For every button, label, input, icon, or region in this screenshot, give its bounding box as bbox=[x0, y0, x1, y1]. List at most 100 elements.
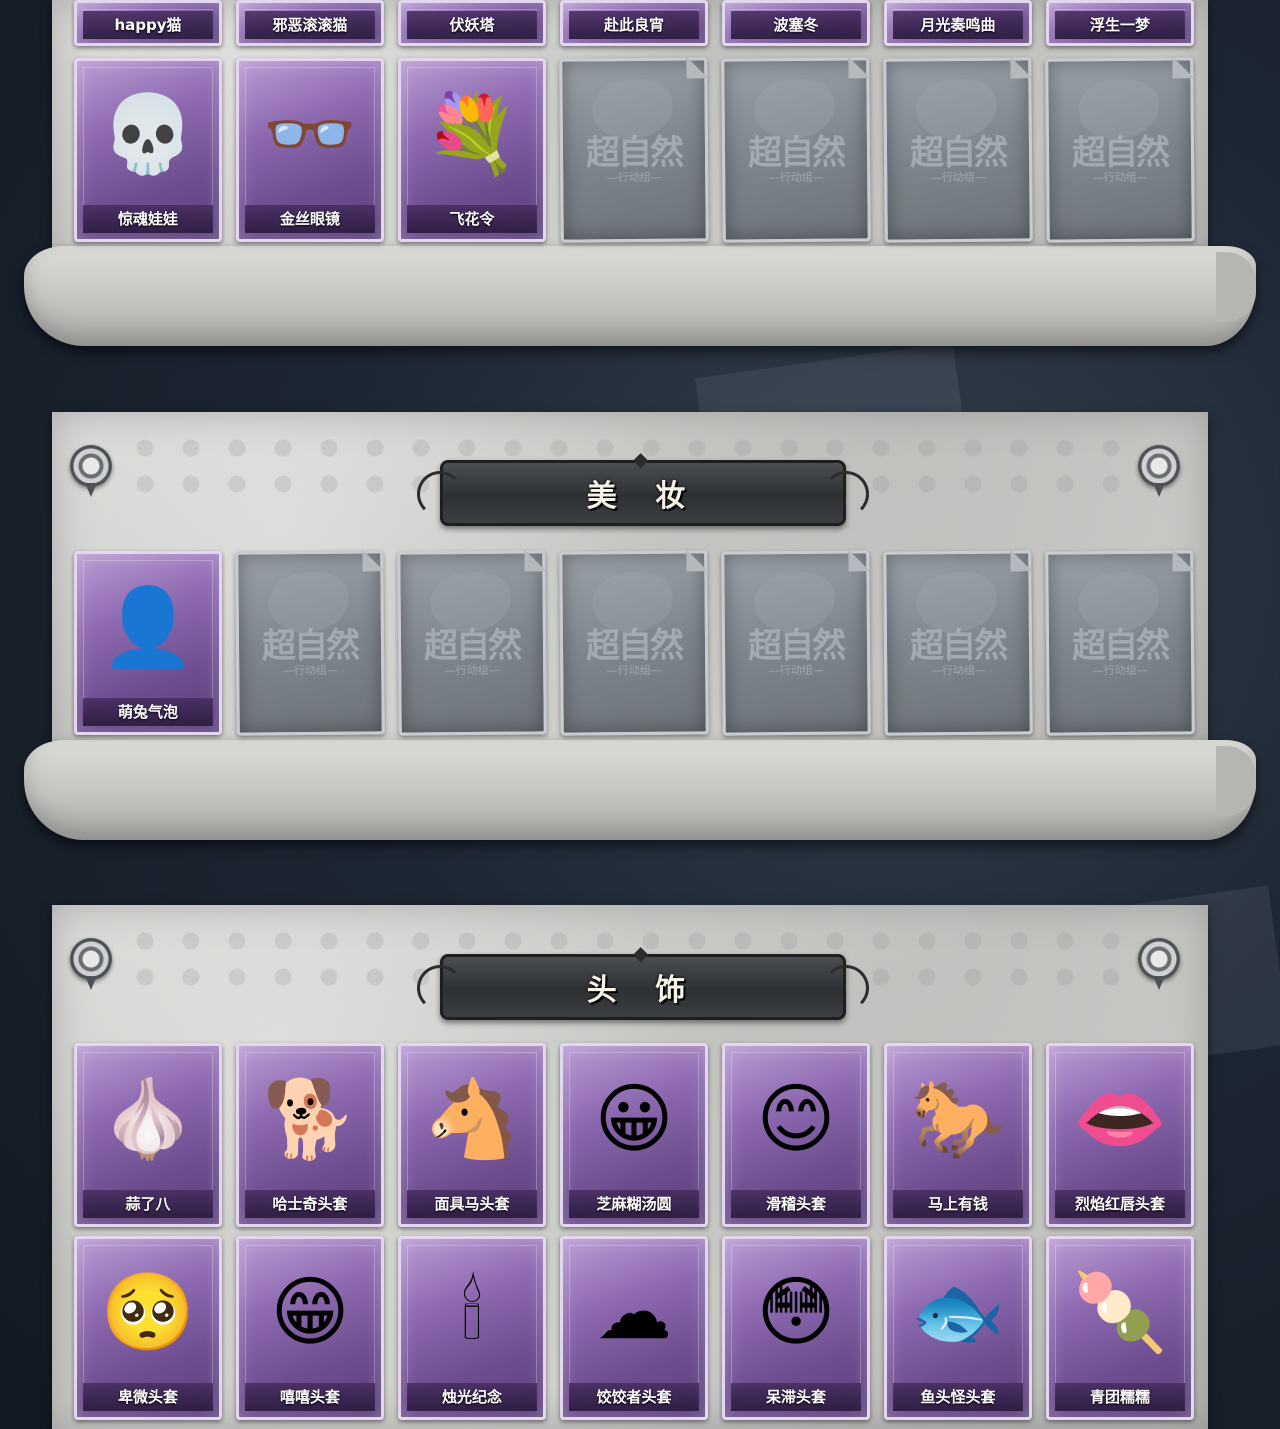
item-card[interactable]: 🐟 鱼头怪头套 bbox=[884, 1236, 1032, 1420]
glasses-icon: 👓 bbox=[262, 89, 358, 178]
compass-ornament-icon bbox=[1138, 938, 1180, 990]
item-card-label: 月光奏鸣曲 bbox=[893, 11, 1023, 39]
item-card-label: 烛光纪念 bbox=[407, 1383, 537, 1411]
item-card-label: 浮生一梦 bbox=[1055, 11, 1185, 39]
horse-head-icon: 🐴 bbox=[424, 1074, 520, 1163]
locked-watermark: 超自然 bbox=[585, 132, 683, 174]
item-card[interactable]: 🥺 卑微头套 bbox=[74, 1236, 222, 1420]
locked-watermark-sub: —行动组— bbox=[1092, 663, 1148, 678]
husky-head-icon: 🐕 bbox=[262, 1074, 358, 1163]
item-card[interactable]: 😊 滑稽头套 bbox=[722, 1043, 870, 1227]
makeup-section-title: 美 妆 bbox=[586, 479, 700, 514]
locked-item-card: 超自然 —行动组— bbox=[721, 550, 871, 736]
makeup-scroll-bottom bbox=[24, 740, 1256, 840]
locked-item-card: 超自然 —行动组— bbox=[1045, 550, 1195, 736]
item-card-label: 波塞冬 bbox=[731, 11, 861, 39]
item-card-label: 蒜了八 bbox=[83, 1190, 213, 1218]
locked-item-card: 超自然 —行动组— bbox=[559, 550, 709, 736]
locked-watermark-sub: —行动组— bbox=[768, 170, 824, 185]
item-card[interactable]: 🧄 蒜了八 bbox=[74, 1043, 222, 1227]
makeup-section-header: ◆ 美 妆 bbox=[417, 447, 869, 526]
candle-head-icon: 🕯 bbox=[461, 1267, 483, 1356]
accessories-scroll-bottom bbox=[24, 246, 1256, 346]
grin-face-icon: 😁 bbox=[270, 1267, 350, 1356]
item-card-label: 鱼头怪头套 bbox=[893, 1383, 1023, 1411]
item-card-label: 嘻嘻头套 bbox=[245, 1383, 375, 1411]
item-card[interactable]: 💐 飞花令 bbox=[398, 58, 546, 242]
item-card[interactable]: 👄 烈焰红唇头套 bbox=[1046, 1043, 1194, 1227]
locked-watermark-sub: —行动组— bbox=[930, 663, 986, 678]
cloud-face-icon: ☁ bbox=[596, 1267, 672, 1356]
red-horse-icon: 🐎 bbox=[910, 1074, 1006, 1163]
item-card[interactable]: 👤 萌兔气泡 bbox=[74, 551, 222, 735]
locked-watermark: 超自然 bbox=[1071, 132, 1169, 174]
funny-face-icon: 😊 bbox=[756, 1074, 836, 1163]
item-card[interactable]: 邪恶滚滚猫 bbox=[236, 0, 384, 46]
locked-item-card: 超自然 —行动组— bbox=[397, 550, 547, 736]
item-card-label: 呆滞头套 bbox=[731, 1383, 861, 1411]
compass-ornament-icon bbox=[1138, 445, 1180, 497]
item-card[interactable]: 🍡 青团糯糯 bbox=[1046, 1236, 1194, 1420]
locked-watermark: 超自然 bbox=[585, 625, 683, 667]
fish-head-icon: 🐟 bbox=[910, 1267, 1006, 1356]
item-card[interactable]: ☁ 饺饺者头套 bbox=[560, 1236, 708, 1420]
locked-watermark-sub: —行动组— bbox=[930, 170, 986, 185]
locked-watermark: 超自然 bbox=[909, 625, 1007, 667]
item-card-label: 哈士奇头套 bbox=[245, 1190, 375, 1218]
item-card[interactable]: 浮生一梦 bbox=[1046, 0, 1194, 46]
item-card-label: 芝麻糊汤圆 bbox=[569, 1190, 699, 1218]
locked-watermark-sub: —行动组— bbox=[606, 170, 662, 185]
item-card-label: 萌兔气泡 bbox=[83, 698, 213, 726]
item-card[interactable]: 🐴 面具马头套 bbox=[398, 1043, 546, 1227]
compass-ornament-icon bbox=[70, 445, 112, 497]
item-card[interactable]: 👓 金丝眼镜 bbox=[236, 58, 384, 242]
banner-ornament-icon: ◆ bbox=[633, 941, 649, 965]
locked-item-card: 超自然 —行动组— bbox=[559, 57, 709, 243]
headwear-section-title: 头 饰 bbox=[586, 973, 700, 1008]
humble-face-icon: 🥺 bbox=[100, 1267, 196, 1356]
locked-watermark-sub: —行动组— bbox=[282, 663, 338, 678]
skull-mask-icon: 💀 bbox=[100, 89, 196, 178]
compass-ornament-icon bbox=[70, 938, 112, 990]
locked-watermark: 超自然 bbox=[423, 625, 521, 667]
locked-item-card: 超自然 —行动组— bbox=[883, 550, 1033, 736]
item-card[interactable]: 😁 嘻嘻头套 bbox=[236, 1236, 384, 1420]
locked-item-card: 超自然 —行动组— bbox=[1045, 57, 1195, 243]
bunny-bubble-icon: 👤 bbox=[100, 582, 196, 671]
item-card[interactable]: 赴此良宵 bbox=[560, 0, 708, 46]
item-card-label: 滑稽头套 bbox=[731, 1190, 861, 1218]
item-card-label: 马上有钱 bbox=[893, 1190, 1023, 1218]
item-card-label: 伏妖塔 bbox=[407, 11, 537, 39]
locked-watermark: 超自然 bbox=[747, 132, 845, 174]
item-card[interactable]: 💀 惊魂娃娃 bbox=[74, 58, 222, 242]
stare-face-icon: 😳 bbox=[756, 1267, 836, 1356]
headwear-section-header: ◆ 头 饰 bbox=[417, 941, 869, 1020]
item-card-label: 赴此良宵 bbox=[569, 11, 699, 39]
item-card[interactable]: 波塞冬 bbox=[722, 0, 870, 46]
item-card[interactable]: happy猫 bbox=[74, 0, 222, 46]
item-card[interactable]: 🐕 哈士奇头套 bbox=[236, 1043, 384, 1227]
item-card[interactable]: 伏妖塔 bbox=[398, 0, 546, 46]
item-card-label: happy猫 bbox=[83, 11, 213, 39]
green-rice-ball-icon: 🍡 bbox=[1072, 1267, 1168, 1356]
item-card-label: 烈焰红唇头套 bbox=[1055, 1190, 1185, 1218]
locked-watermark: 超自然 bbox=[261, 625, 359, 667]
item-card[interactable]: 月光奏鸣曲 bbox=[884, 0, 1032, 46]
locked-watermark-sub: —行动组— bbox=[444, 663, 500, 678]
locked-watermark-sub: —行动组— bbox=[768, 663, 824, 678]
banner-ornament-icon: ◆ bbox=[633, 447, 649, 471]
locked-watermark-sub: —行动组— bbox=[606, 663, 662, 678]
item-card-label: 金丝眼镜 bbox=[245, 205, 375, 233]
item-card-label: 惊魂娃娃 bbox=[83, 205, 213, 233]
item-card-label: 飞花令 bbox=[407, 205, 537, 233]
locked-watermark-sub: —行动组— bbox=[1092, 170, 1148, 185]
item-card-label: 邪恶滚滚猫 bbox=[245, 11, 375, 39]
item-card[interactable]: 🕯 烛光纪念 bbox=[398, 1236, 546, 1420]
item-card[interactable]: 🐎 马上有钱 bbox=[884, 1043, 1032, 1227]
item-card[interactable]: 😀 芝麻糊汤圆 bbox=[560, 1043, 708, 1227]
locked-watermark: 超自然 bbox=[1071, 625, 1169, 667]
item-card[interactable]: 😳 呆滞头套 bbox=[722, 1236, 870, 1420]
flower-lantern-icon: 💐 bbox=[424, 89, 520, 178]
item-card-label: 面具马头套 bbox=[407, 1190, 537, 1218]
garlic-head-icon: 🧄 bbox=[100, 1074, 196, 1163]
